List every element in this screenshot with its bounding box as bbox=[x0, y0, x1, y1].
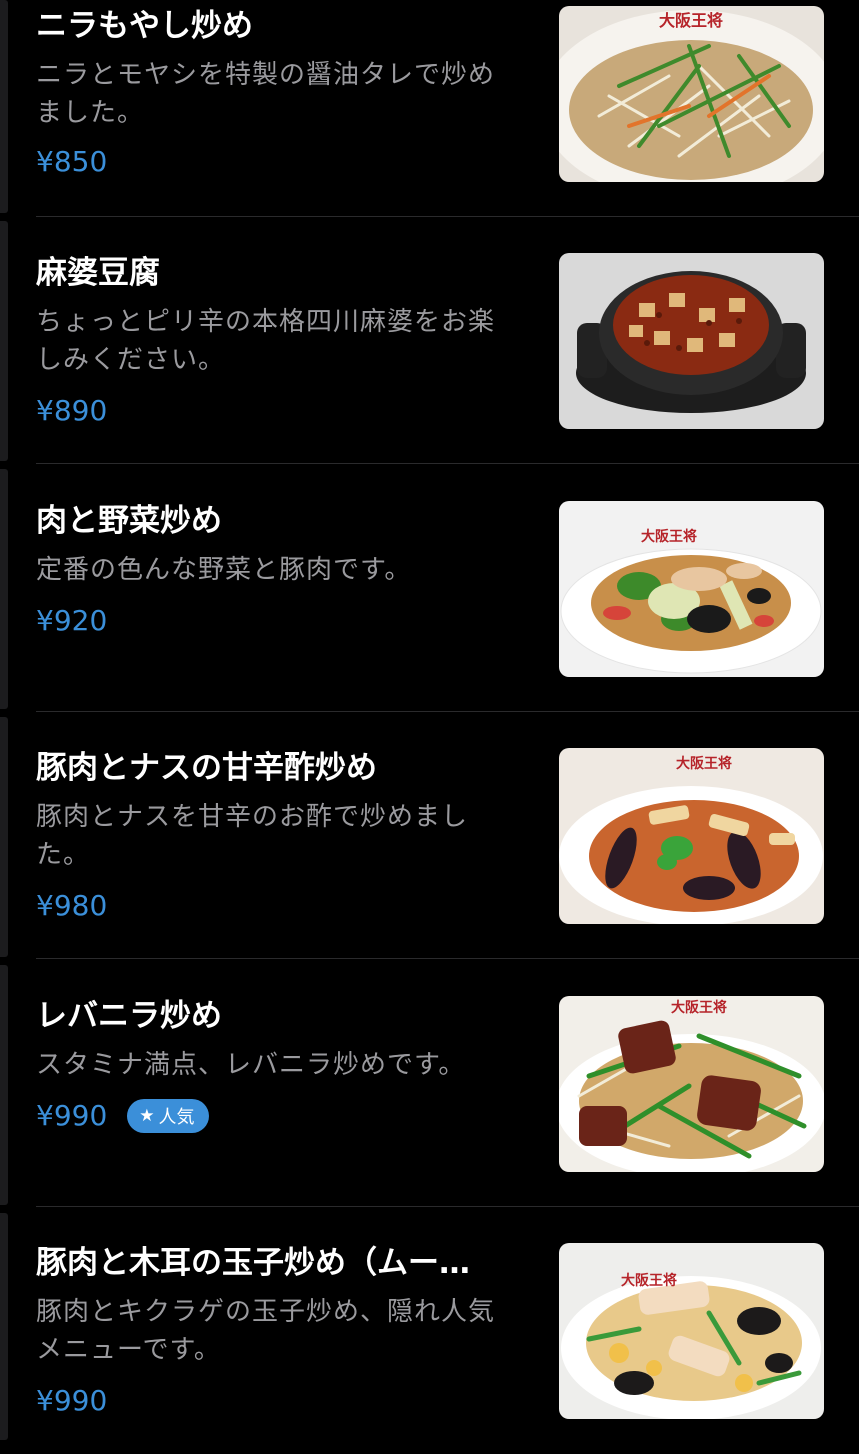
dish-photo-pork-kikurage-egg: 大阪王将 bbox=[559, 1243, 824, 1419]
item-photo: 大阪王将 bbox=[559, 1243, 824, 1419]
item-price: ¥980 bbox=[36, 889, 108, 922]
item-description: 定番の色んな野菜と豚肉です。 bbox=[36, 555, 412, 585]
svg-text:大阪王将: 大阪王将 bbox=[621, 1272, 677, 1289]
item-title: 麻婆豆腐 bbox=[36, 255, 160, 291]
item-price-row: ¥990 ★ 人気 bbox=[36, 1096, 209, 1136]
svg-text:大阪王将: 大阪王将 bbox=[659, 11, 723, 30]
item-description: ちょっとピリ辛の本格四川麻婆をお楽しみください。 bbox=[36, 307, 496, 375]
item-description: 豚肉とナスを甘辛のお酢で炒めました。 bbox=[36, 802, 469, 870]
item-description: ニラとモヤシを特製の醤油タレで炒めました。 bbox=[36, 60, 496, 128]
menu-item-pork-eggplant[interactable]: 豚肉とナスの甘辛酢炒め 豚肉とナスを甘辛のお酢で炒めました。 ¥980 大阪王将 bbox=[0, 712, 859, 959]
item-price-row: ¥850 bbox=[36, 142, 107, 182]
item-price: ¥850 bbox=[36, 145, 108, 178]
item-price: ¥890 bbox=[36, 394, 108, 427]
dish-photo-meat-vegetables: 大阪王将 bbox=[559, 501, 824, 677]
item-title: 肉と野菜炒め bbox=[36, 503, 222, 539]
divider bbox=[36, 463, 859, 464]
item-price-row: ¥890 bbox=[36, 391, 107, 431]
item-description: スタミナ満点、レバニラ炒めです。 bbox=[36, 1050, 466, 1080]
item-price: ¥920 bbox=[36, 604, 108, 637]
dish-photo-mapo-tofu bbox=[559, 253, 824, 429]
popular-badge: ★ 人気 bbox=[127, 1099, 209, 1133]
menu-item-meat-vegetable-stirfry[interactable]: 肉と野菜炒め 定番の色んな野菜と豚肉です。 ¥920 大阪王将 bbox=[0, 465, 859, 712]
item-photo: 大阪王将 bbox=[559, 501, 824, 677]
item-photo: 大阪王将 bbox=[559, 996, 824, 1172]
dish-photo-liver-nira: 大阪王将 bbox=[559, 996, 824, 1172]
item-description: 豚肉とキクラゲの玉子炒め、隠れ人気メニューです。 bbox=[36, 1297, 496, 1365]
menu-item-mapo-tofu[interactable]: 麻婆豆腐 ちょっとピリ辛の本格四川麻婆をお楽しみください。 ¥890 bbox=[0, 217, 859, 464]
divider bbox=[36, 958, 859, 959]
star-icon: ★ bbox=[139, 1106, 155, 1126]
menu-item-nira-moyashi[interactable]: ニラもやし炒め ニラとモヤシを特製の醤油タレで炒めました。 ¥850 大阪王将 bbox=[0, 0, 859, 217]
popular-badge-label: 人気 bbox=[158, 1107, 195, 1128]
dish-photo-pork-eggplant: 大阪王将 bbox=[559, 748, 824, 924]
item-photo: 大阪王将 bbox=[559, 6, 824, 182]
svg-text:大阪王将: 大阪王将 bbox=[671, 999, 727, 1016]
item-title: 豚肉と木耳の玉子炒め（ムー… bbox=[36, 1245, 470, 1281]
svg-text:大阪王将: 大阪王将 bbox=[641, 528, 697, 545]
item-photo: 大阪王将 bbox=[559, 748, 824, 924]
item-price: ¥990 bbox=[36, 1099, 108, 1132]
svg-text:大阪王将: 大阪王将 bbox=[676, 755, 732, 772]
item-price-row: ¥920 bbox=[36, 601, 107, 641]
item-photo bbox=[559, 253, 824, 429]
menu-item-liver-nira[interactable]: レバニラ炒め スタミナ満点、レバニラ炒めです。 ¥990 ★ 人気 大阪王将 bbox=[0, 960, 859, 1207]
menu-item-pork-kikurage-egg[interactable]: 豚肉と木耳の玉子炒め（ムー… 豚肉とキクラゲの玉子炒め、隠れ人気メニューです。 … bbox=[0, 1207, 859, 1454]
dish-photo-stirfry-greens: 大阪王将 bbox=[559, 6, 824, 182]
item-price: ¥990 bbox=[36, 1384, 108, 1417]
item-title: 豚肉とナスの甘辛酢炒め bbox=[36, 750, 377, 786]
item-title: ニラもやし炒め bbox=[36, 8, 253, 44]
item-price-row: ¥980 bbox=[36, 886, 107, 926]
item-title: レバニラ炒め bbox=[36, 998, 222, 1034]
item-price-row: ¥990 bbox=[36, 1381, 107, 1421]
